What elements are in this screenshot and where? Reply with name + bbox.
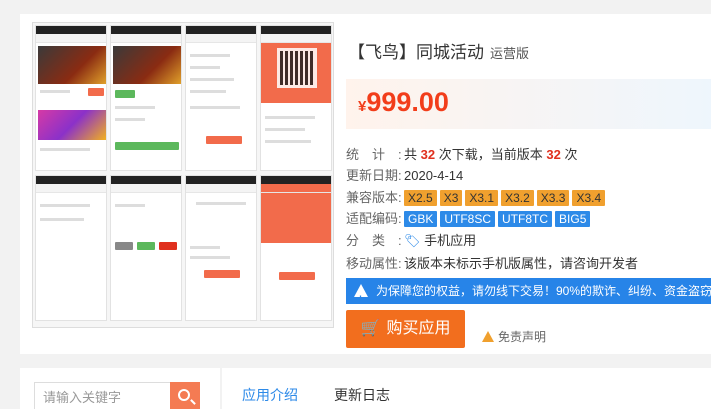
download-count: 32 bbox=[420, 147, 436, 162]
stats-label: 统计: bbox=[346, 147, 415, 162]
disclaimer-link[interactable]: 免责声明 bbox=[482, 328, 546, 345]
encoding-tag[interactable]: GBK bbox=[404, 211, 438, 227]
stats-row: 统计:共 32 次下载，当前版本 32 次 bbox=[346, 145, 577, 165]
phone-preview-2 bbox=[110, 25, 182, 171]
tag-icon: 🏷 bbox=[404, 233, 421, 248]
disclaimer-label: 免责声明 bbox=[498, 330, 547, 344]
stats-suffix: 次 bbox=[564, 147, 578, 162]
updated-row: 更新日期: 2020-4-14 bbox=[346, 166, 463, 186]
product-screenshot[interactable] bbox=[32, 22, 334, 328]
category-label: 分类: bbox=[346, 233, 415, 248]
product-title: 【飞鸟】同城活动 运营版 bbox=[348, 38, 529, 63]
phone-preview-5 bbox=[35, 175, 107, 321]
compat-tag[interactable]: X2.5 bbox=[404, 190, 437, 206]
stats-middle: 次下载，当前版本 bbox=[438, 147, 543, 162]
phone-preview-7 bbox=[185, 175, 257, 321]
compat-tag[interactable]: X3.4 bbox=[572, 190, 606, 206]
mobile-row: 移动属性: 该版本未标示手机版属性，请咨询开发者 bbox=[346, 254, 638, 274]
encoding-row: 适配编码: GBK UTF8SC UTF8TC BIG5 bbox=[346, 209, 593, 229]
category-row: 分类:🏷 手机应用 bbox=[346, 231, 476, 251]
price: ¥999.00 bbox=[358, 87, 449, 118]
buy-label: 购买应用 bbox=[386, 320, 451, 337]
phone-preview-6 bbox=[110, 175, 182, 321]
version-count: 32 bbox=[546, 147, 561, 162]
updated-label: 更新日期: bbox=[346, 168, 402, 183]
phone-preview-1 bbox=[35, 25, 107, 171]
compat-tag[interactable]: X3.1 bbox=[465, 190, 499, 206]
notice-text: 为保障您的权益，请勿线下交易！90%的欺诈、纠纷、资金盗窃 bbox=[376, 284, 711, 298]
search-input[interactable]: 请输入关键字 bbox=[34, 382, 170, 409]
category-value[interactable]: 手机应用 bbox=[424, 233, 476, 248]
security-notice: 为保障您的权益，请勿线下交易！90%的欺诈、纠纷、资金盗窃 bbox=[346, 278, 711, 304]
updated-value: 2020-4-14 bbox=[404, 168, 464, 183]
cart-icon: 🛒 bbox=[360, 320, 381, 337]
product-name: 【飞鸟】同城活动 bbox=[348, 43, 484, 62]
mobile-label: 移动属性: bbox=[346, 256, 402, 271]
compat-row: 兼容版本: X2.5 X3 X3.1 X3.2 X3.3 X3.4 bbox=[346, 188, 608, 208]
compat-tag[interactable]: X3 bbox=[439, 190, 463, 206]
stats-prefix: 共 bbox=[404, 147, 418, 162]
encoding-tag[interactable]: UTF8TC bbox=[498, 211, 553, 227]
tab-changelog[interactable]: 更新日志 bbox=[334, 385, 390, 405]
compat-tag[interactable]: X3.2 bbox=[501, 190, 534, 206]
edition-label: 运营版 bbox=[490, 46, 530, 61]
encoding-tag[interactable]: UTF8SC bbox=[440, 211, 496, 227]
compat-label: 兼容版本: bbox=[346, 190, 402, 205]
search-icon bbox=[178, 389, 190, 401]
warning-triangle-icon bbox=[482, 331, 494, 342]
compat-tag[interactable]: X3.3 bbox=[536, 190, 570, 206]
phone-preview-4 bbox=[260, 25, 332, 171]
phone-preview-3 bbox=[185, 25, 257, 171]
encoding-tag[interactable]: BIG5 bbox=[555, 211, 591, 227]
warning-icon bbox=[354, 284, 368, 304]
tab-intro[interactable]: 应用介绍 bbox=[242, 385, 298, 405]
encoding-label: 适配编码: bbox=[346, 211, 402, 226]
mobile-value: 该版本未标示手机版属性，请咨询开发者 bbox=[404, 256, 639, 271]
phone-preview-8 bbox=[260, 175, 332, 321]
buy-button[interactable]: 🛒 购买应用 bbox=[346, 310, 465, 348]
search-button[interactable] bbox=[170, 382, 200, 409]
price-value: 999.00 bbox=[366, 87, 449, 117]
price-box: ¥999.00 bbox=[346, 79, 711, 129]
